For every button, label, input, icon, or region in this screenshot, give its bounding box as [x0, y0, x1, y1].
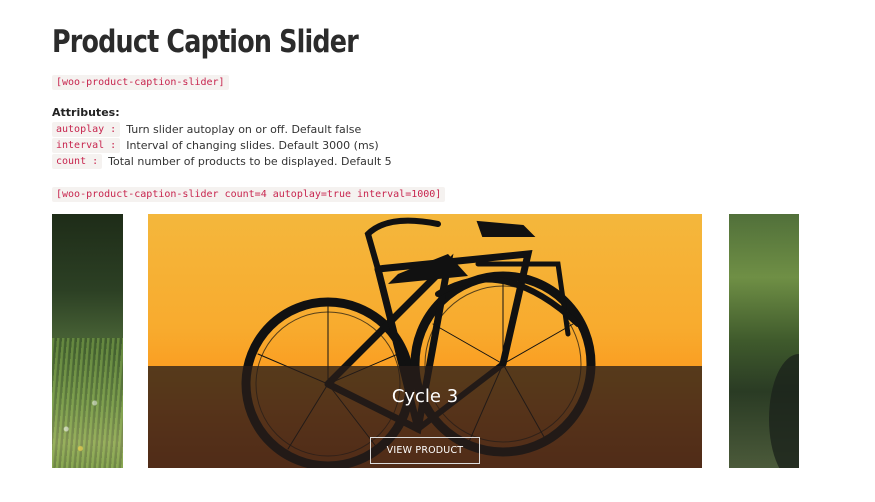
- shortcode-basic: [woo-product-caption-slider]: [52, 75, 229, 90]
- attribute-row-autoplay: autoplay : Turn slider autoplay on or of…: [52, 122, 361, 137]
- product-caption-slider[interactable]: Cycle 3 VIEW PRODUCT: [52, 214, 799, 468]
- next-slide-image[interactable]: [729, 214, 799, 468]
- attributes-heading: Attributes:: [52, 106, 120, 119]
- attribute-row-count: count : Total number of products to be d…: [52, 154, 392, 169]
- attribute-description: Interval of changing slides. Default 300…: [126, 139, 379, 152]
- active-slide: Cycle 3 VIEW PRODUCT: [148, 214, 702, 468]
- attribute-description: Turn slider autoplay on or off. Default …: [126, 123, 362, 136]
- attribute-name: count :: [52, 154, 103, 169]
- page-title: Product Caption Slider: [52, 24, 359, 60]
- shortcode-example: [woo-product-caption-slider count=4 auto…: [52, 187, 446, 202]
- slide-caption: Cycle 3 VIEW PRODUCT: [148, 366, 702, 468]
- caption-title: Cycle 3: [391, 386, 459, 407]
- attribute-name: autoplay :: [52, 122, 121, 137]
- attribute-row-interval: interval : Interval of changing slides. …: [52, 138, 379, 153]
- previous-slide-image[interactable]: [52, 214, 123, 468]
- view-product-button[interactable]: VIEW PRODUCT: [370, 437, 480, 464]
- attribute-name: interval :: [52, 138, 121, 153]
- page: Product Caption Slider [woo-product-capt…: [0, 0, 875, 502]
- attribute-description: Total number of products to be displayed…: [108, 155, 392, 168]
